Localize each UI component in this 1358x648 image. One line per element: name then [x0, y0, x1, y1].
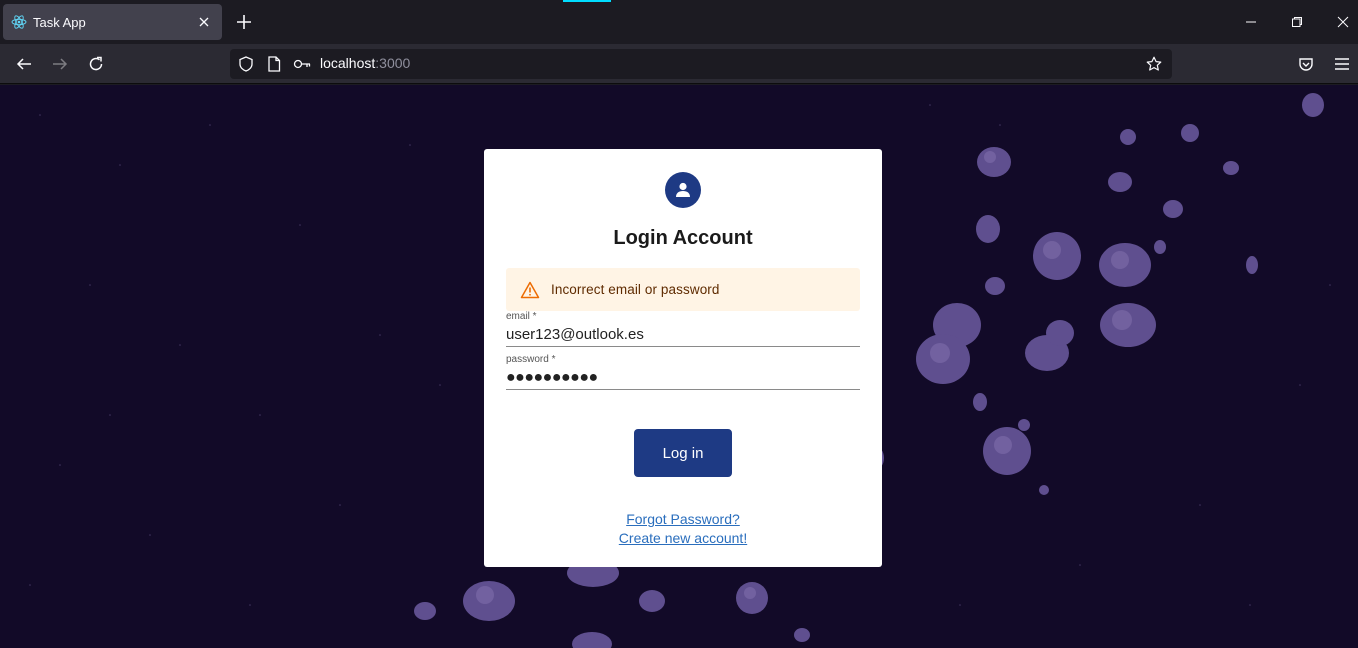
reload-icon[interactable] [82, 50, 110, 78]
tab-accent-line [563, 0, 611, 2]
key-icon[interactable] [288, 50, 316, 78]
window-close-icon[interactable] [1329, 10, 1357, 34]
alert-message: Incorrect email or password [551, 282, 720, 297]
email-input[interactable]: user123@outlook.es [506, 323, 860, 347]
password-field: password * ●●●●●●●●●● [506, 354, 860, 390]
login-button[interactable]: Log in [634, 429, 732, 477]
create-account-link[interactable]: Create new account! [484, 530, 882, 546]
react-atom-icon [11, 14, 27, 30]
password-input[interactable]: ●●●●●●●●●● [506, 366, 860, 390]
minimize-icon[interactable] [1237, 10, 1265, 34]
shield-icon[interactable] [232, 50, 260, 78]
email-label: email * [506, 311, 537, 322]
account-circle-icon [665, 172, 701, 208]
restore-icon[interactable] [1283, 10, 1311, 34]
forward-arrow-icon[interactable] [46, 50, 74, 78]
password-label: password * [506, 354, 556, 365]
error-alert: Incorrect email or password [506, 268, 860, 311]
forgot-password-link[interactable]: Forgot Password? [484, 511, 882, 527]
bookmark-star-icon[interactable] [1140, 50, 1168, 78]
page-viewport: Login Account Incorrect email or passwor… [0, 85, 1358, 648]
login-card: Login Account Incorrect email or passwor… [484, 149, 882, 567]
tab-close-icon[interactable] [194, 12, 214, 32]
browser-tab[interactable]: Task App [3, 4, 222, 40]
email-field: email * user123@outlook.es [506, 311, 860, 347]
url-host: localhost [320, 55, 376, 71]
tab-title: Task App [33, 14, 86, 30]
address-bar[interactable]: localhost:3000 [230, 49, 1172, 79]
menu-icon[interactable] [1328, 50, 1356, 78]
warning-icon [519, 279, 541, 301]
new-tab-icon[interactable] [232, 10, 256, 34]
back-arrow-icon[interactable] [10, 50, 38, 78]
page-icon[interactable] [260, 50, 288, 78]
url-port: :3000 [375, 55, 411, 71]
page-title: Login Account [613, 227, 753, 249]
tab-strip: Task App [0, 0, 1358, 44]
pocket-icon[interactable] [1292, 50, 1320, 78]
